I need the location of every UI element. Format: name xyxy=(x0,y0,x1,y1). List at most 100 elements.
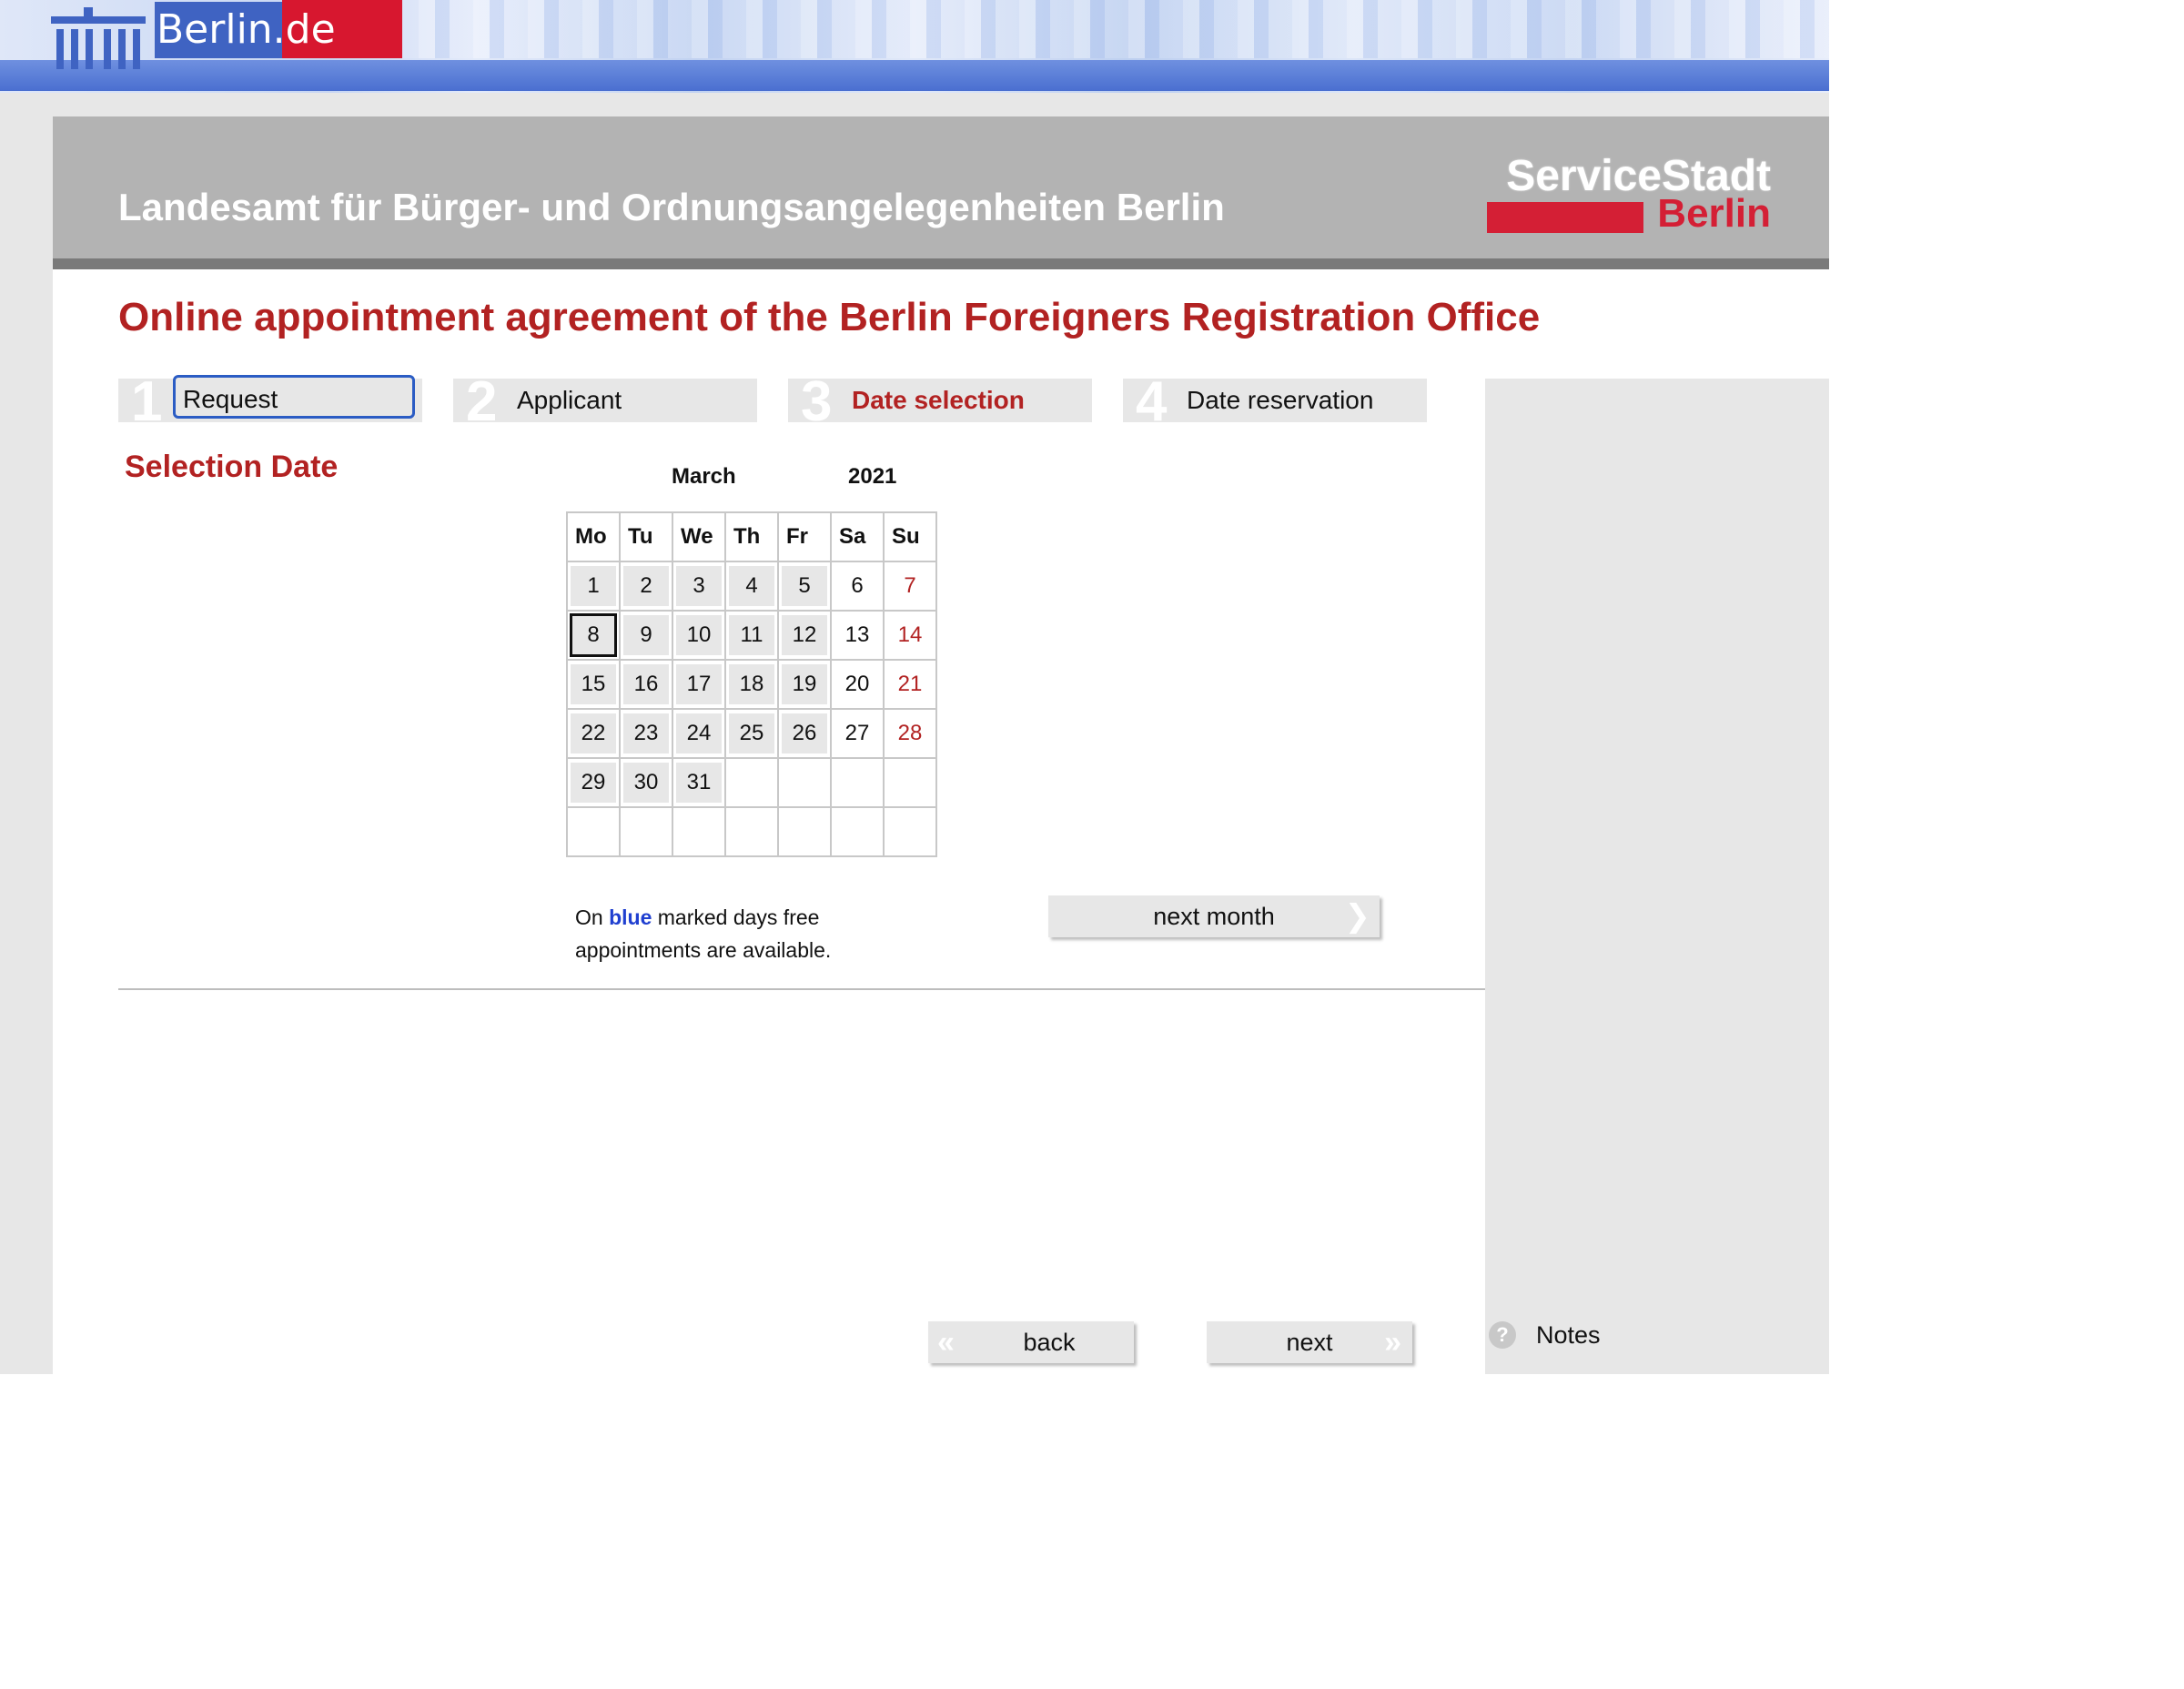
office-header: Landesamt für Bürger- und Ordnungsangele… xyxy=(53,116,1829,269)
question-circle-icon[interactable]: ? xyxy=(1489,1321,1516,1349)
next-month-button[interactable]: next month ❯ xyxy=(1048,895,1380,937)
next-label: next xyxy=(1286,1329,1333,1356)
calendar-day-number xyxy=(676,812,722,852)
step-label: Applicant xyxy=(517,386,622,414)
calendar-day-cell[interactable]: 20 xyxy=(830,659,885,710)
calendar-week-row: 8 9 10 11 12 13 14 xyxy=(566,610,937,661)
sidebar xyxy=(1485,379,1829,1374)
weekday-header: Su xyxy=(883,511,937,562)
calendar-week-row: 123456 7 xyxy=(566,561,937,612)
calendar-day-cell[interactable]: 22 xyxy=(566,708,621,759)
step-date-selection[interactable]: 3 Date selection xyxy=(788,374,1092,430)
calendar-empty-cell xyxy=(724,757,779,808)
next-button[interactable]: next » xyxy=(1207,1321,1412,1363)
berlin-de-logo[interactable]: Berlin.de xyxy=(47,0,402,69)
step-number: 2 xyxy=(466,370,498,433)
calendar-week-row: 29 30 31 xyxy=(566,757,937,808)
notes-link[interactable]: Notes xyxy=(1536,1321,1601,1350)
calendar-empty-cell xyxy=(883,757,937,808)
step-label: Date reservation xyxy=(1187,386,1374,414)
calendar-day-number: 15 xyxy=(571,664,616,704)
calendar-day-number: 18 xyxy=(729,664,774,704)
frame-top-gap xyxy=(0,93,1829,116)
calendar-day-cell[interactable]: 16 xyxy=(619,659,673,710)
office-title: Landesamt für Bürger- und Ordnungsangele… xyxy=(118,186,1225,228)
calendar-day-number: 27 xyxy=(844,721,870,745)
calendar-day-number: 19 xyxy=(782,664,827,704)
calendar-day-cell[interactable]: 7 xyxy=(883,561,937,612)
calendar-day-cell[interactable]: 6 xyxy=(830,561,885,612)
calendar-day-cell[interactable]: 4 xyxy=(724,561,779,612)
calendar-day-cell[interactable]: 5 xyxy=(777,561,832,612)
step-label: Request xyxy=(173,375,415,419)
calendar-day-cell[interactable]: 27 xyxy=(830,708,885,759)
calendar-day-cell[interactable]: 18 xyxy=(724,659,779,710)
selection-date-label: Selection Date xyxy=(125,450,339,484)
calendar-empty-cell xyxy=(672,806,726,857)
step-applicant[interactable]: 2 Applicant xyxy=(453,374,757,430)
calendar-day-cell[interactable]: 31 xyxy=(672,757,726,808)
calendar-day-number: 26 xyxy=(782,713,827,753)
top-banner: Berlin.de xyxy=(0,0,1829,93)
calendar-day-number xyxy=(834,763,880,803)
logo-red-bar xyxy=(1487,202,1643,233)
servicestadt-logo: ServiceStadt Berlin xyxy=(1487,151,1771,238)
calendar-day-number: 2 xyxy=(623,566,669,606)
calendar-day-cell[interactable]: 26 xyxy=(777,708,832,759)
calendar-day-number xyxy=(729,763,774,803)
calendar-day-number xyxy=(571,812,616,852)
double-chevron-right-icon: » xyxy=(1384,1325,1401,1360)
header-bottom-line xyxy=(53,258,1829,269)
calendar-day-number xyxy=(834,812,880,852)
weekday-header-row: Mo Tu We Th Fr Sa Su xyxy=(566,511,937,562)
calendar-day-cell[interactable]: 15 xyxy=(566,659,621,710)
calendar-day-cell[interactable]: 23 xyxy=(619,708,673,759)
calendar-day-cell[interactable]: 13 xyxy=(830,610,885,661)
calendar-empty-cell xyxy=(777,806,832,857)
calendar-day-number: 13 xyxy=(844,622,870,647)
weekday-header: Th xyxy=(724,511,779,562)
calendar-empty-cell xyxy=(619,806,673,857)
back-button[interactable]: « back xyxy=(928,1321,1134,1363)
banner-pattern xyxy=(364,0,1829,58)
calendar-empty-cell xyxy=(724,806,779,857)
calendar-day-cell[interactable]: 10 xyxy=(672,610,726,661)
section-divider xyxy=(118,988,1485,990)
calendar-day-cell[interactable]: 28 xyxy=(883,708,937,759)
calendar-day-number: 21 xyxy=(897,672,923,696)
calendar-day-cell[interactable]: 30 xyxy=(619,757,673,808)
calendar-day-cell[interactable]: 24 xyxy=(672,708,726,759)
calendar-day-cell[interactable]: 12 xyxy=(777,610,832,661)
calendar-day-number xyxy=(782,812,827,852)
calendar-day-cell[interactable]: 25 xyxy=(724,708,779,759)
calendar-day-number: 28 xyxy=(897,721,923,745)
logo-line-2: Berlin xyxy=(1657,191,1771,236)
step-date-reservation[interactable]: 4 Date reservation xyxy=(1123,374,1427,430)
weekday-header: Tu xyxy=(619,511,673,562)
calendar-day-number: 4 xyxy=(729,566,774,606)
calendar-grid: Mo Tu We Th Fr Sa Su 1 2 3 4 5 6 7 8 9 10 11 12 13 14… xyxy=(566,511,937,857)
calendar-day-cell[interactable]: 21 xyxy=(883,659,937,710)
page-title: Online appointment agreement of the Berl… xyxy=(118,295,1541,339)
calendar-day-cell[interactable]: 8 xyxy=(566,610,621,661)
calendar-day-cell[interactable]: 1 xyxy=(566,561,621,612)
calendar-day-cell[interactable]: 19 xyxy=(777,659,832,710)
legend-highlight: blue xyxy=(609,905,652,929)
step-label: Date selection xyxy=(852,386,1025,414)
calendar-day-cell[interactable]: 2 xyxy=(619,561,673,612)
calendar-empty-cell xyxy=(830,757,885,808)
calendar-day-number: 7 xyxy=(904,573,916,598)
calendar-empty-cell xyxy=(830,806,885,857)
calendar-day-cell[interactable]: 3 xyxy=(672,561,726,612)
calendar-day-cell[interactable]: 11 xyxy=(724,610,779,661)
banner-blue-strip xyxy=(0,60,1829,91)
calendar-day-cell[interactable]: 14 xyxy=(883,610,937,661)
calendar-day-cell[interactable]: 17 xyxy=(672,659,726,710)
step-request[interactable]: 1 Request xyxy=(118,374,422,430)
calendar-empty-cell xyxy=(777,757,832,808)
calendar-empty-cell xyxy=(566,806,621,857)
calendar-day-cell[interactable]: 9 xyxy=(619,610,673,661)
calendar-day-number xyxy=(729,812,774,852)
next-month-label: next month xyxy=(1153,903,1275,930)
calendar-day-cell[interactable]: 29 xyxy=(566,757,621,808)
